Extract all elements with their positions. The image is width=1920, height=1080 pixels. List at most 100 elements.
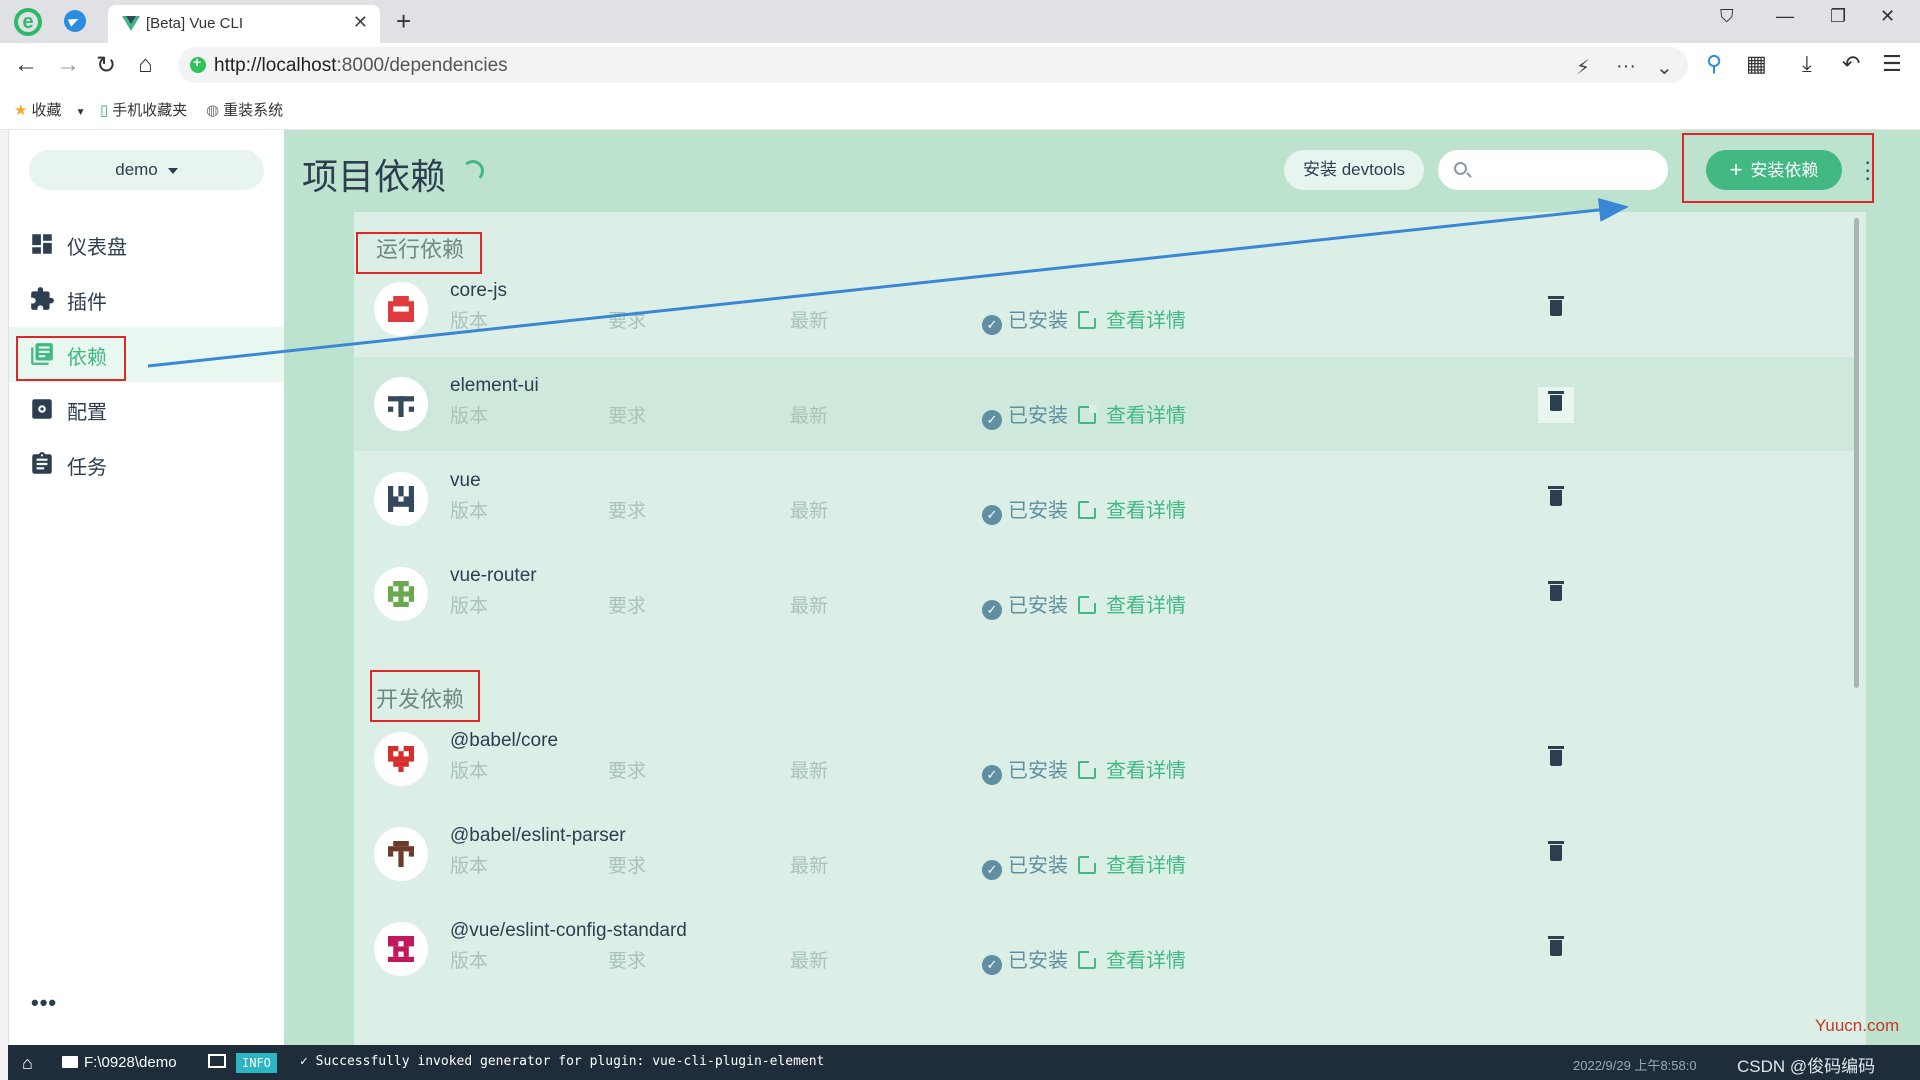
- url-field[interactable]: http://localhost:8000/dependencies ⚡ ···…: [178, 47, 1688, 83]
- search-input[interactable]: [1478, 158, 1658, 182]
- delete-button[interactable]: [1538, 387, 1574, 423]
- sidebar-item-dashboard[interactable]: 仪表盘: [9, 217, 285, 272]
- version-label: 版本: [450, 856, 489, 877]
- annotation-box-sidebar: [16, 336, 126, 381]
- bookmark-reinstall[interactable]: ◍ 重装系统: [206, 99, 283, 120]
- trash-icon: [1548, 486, 1564, 506]
- dependency-row: vue-router 版本 要求 最新 ✓ 已安装 查看详情: [354, 547, 1854, 641]
- page-title: 项目依赖: [302, 156, 447, 197]
- browser-logo-icon[interactable]: e: [14, 8, 42, 36]
- babel-core-logo-icon: [388, 746, 414, 772]
- menu-icon[interactable]: ☰: [1882, 51, 1902, 77]
- version-label: 版本: [450, 406, 489, 427]
- more-icon[interactable]: ···: [1616, 55, 1636, 78]
- install-devtools-button[interactable]: 安装 devtools: [1284, 150, 1424, 190]
- bookmarks-bar: ★ 收藏 ▼ ▯ 手机收藏夹 ◍ 重装系统: [0, 88, 1920, 130]
- trash-icon: [1548, 581, 1564, 601]
- package-logo-icon: [374, 282, 428, 336]
- package-logo-icon: [374, 922, 428, 976]
- close-tab-icon[interactable]: ✕: [353, 12, 368, 33]
- close-window-icon[interactable]: ✕: [1880, 6, 1895, 27]
- reload-icon[interactable]: ↻: [96, 51, 116, 80]
- download-icon[interactable]: ⤓: [1802, 51, 1812, 77]
- search-box: [1438, 150, 1668, 190]
- version-label: 版本: [450, 501, 489, 522]
- project-folder[interactable]: F:\0928\demo: [62, 1054, 177, 1071]
- version-label: 版本: [450, 596, 489, 617]
- dependency-name: vue: [450, 470, 481, 491]
- apps-grid-icon[interactable]: ▦: [1746, 51, 1767, 77]
- package-logo-icon: [374, 827, 428, 881]
- package-logo-icon: [374, 567, 428, 621]
- forward-icon[interactable]: →: [56, 51, 80, 79]
- browser-tab[interactable]: [Beta] Vue CLI ✕: [108, 5, 380, 43]
- install-status: ✓ 已安装 查看详情: [982, 754, 1186, 785]
- delete-button[interactable]: [1538, 932, 1574, 968]
- required-label: 要求: [608, 596, 647, 617]
- undo-icon[interactable]: ↶: [1842, 51, 1860, 77]
- restore-icon[interactable]: ❐: [1830, 6, 1846, 27]
- sidebar-item-configuration[interactable]: 配置: [9, 382, 285, 437]
- latest-label: 最新: [790, 856, 829, 877]
- external-link-icon: [1078, 500, 1097, 519]
- view-details-link[interactable]: 查看详情: [1106, 950, 1186, 972]
- bookmark-favorites[interactable]: ★ 收藏 ▼: [14, 99, 86, 120]
- check-circle-icon: ✓: [982, 955, 1002, 975]
- dependency-name: @vue/eslint-config-standard: [450, 920, 687, 941]
- view-details-link[interactable]: 查看详情: [1106, 310, 1186, 332]
- element-ui-logo-icon: [388, 396, 414, 417]
- more-options-icon[interactable]: •••: [31, 990, 57, 1016]
- paper-plane-icon[interactable]: [64, 10, 86, 32]
- dependency-name: vue-router: [450, 565, 537, 586]
- console-log-icon[interactable]: [208, 1054, 226, 1068]
- browser-tab-strip: e [Beta] Vue CLI ✕ + ⛉ — ❐ ✕: [0, 0, 1920, 43]
- back-icon[interactable]: ←: [14, 51, 38, 79]
- home-icon[interactable]: ⌂: [22, 1053, 33, 1074]
- home-icon[interactable]: ⌂: [138, 51, 153, 79]
- search-account-icon[interactable]: ⚲: [1706, 51, 1722, 77]
- view-details-link[interactable]: 查看详情: [1106, 595, 1186, 617]
- delete-button[interactable]: [1538, 292, 1574, 328]
- sidebar-item-tasks[interactable]: 任务: [9, 437, 285, 492]
- view-details-link[interactable]: 查看详情: [1106, 405, 1186, 427]
- settings-icon: [32, 399, 52, 419]
- delete-button[interactable]: [1538, 482, 1574, 518]
- required-label: 要求: [608, 951, 647, 972]
- minimize-icon[interactable]: —: [1776, 6, 1794, 27]
- dependency-row: element-ui 版本 要求 最新 ✓ 已安装 查看详情: [354, 357, 1854, 451]
- version-label: 版本: [450, 761, 489, 782]
- view-details-link[interactable]: 查看详情: [1106, 500, 1186, 522]
- sidebar-item-label: 任务: [67, 457, 107, 479]
- trash-icon: [1548, 391, 1564, 411]
- trash-icon: [1548, 296, 1564, 316]
- scrollbar[interactable]: [1854, 218, 1859, 688]
- external-link-icon: [1078, 950, 1097, 969]
- bookmark-mobile[interactable]: ▯ 手机收藏夹: [100, 99, 187, 120]
- view-details-link[interactable]: 查看详情: [1106, 760, 1186, 782]
- package-logo-icon: [374, 472, 428, 526]
- delete-button[interactable]: [1538, 837, 1574, 873]
- latest-label: 最新: [790, 311, 829, 332]
- shirt-icon[interactable]: ⛉: [1720, 6, 1734, 27]
- install-status: ✓ 已安装 查看详情: [982, 494, 1186, 525]
- dependency-name: element-ui: [450, 375, 539, 396]
- loading-spinner-icon: [462, 160, 484, 182]
- check-circle-icon: ✓: [982, 315, 1002, 335]
- chevron-down-icon[interactable]: ⌄: [1656, 55, 1673, 80]
- external-link-icon: [1078, 405, 1097, 424]
- delete-button[interactable]: [1538, 742, 1574, 778]
- vue-router-logo-icon: [388, 581, 414, 607]
- lightning-icon[interactable]: ⚡: [1576, 55, 1590, 80]
- url-text: http://localhost:8000/dependencies: [214, 55, 508, 76]
- sidebar-item-plugins[interactable]: 插件: [9, 272, 285, 327]
- trash-icon: [1548, 841, 1564, 861]
- tab-title: [Beta] Vue CLI: [146, 15, 244, 32]
- delete-button[interactable]: [1538, 577, 1574, 613]
- check-circle-icon: ✓: [982, 765, 1002, 785]
- view-details-link[interactable]: 查看详情: [1106, 855, 1186, 877]
- trash-icon: [1548, 746, 1564, 766]
- main-content: 项目依赖 安装 devtools + 安装依赖 · · · 运行依赖 core-js …: [284, 130, 1920, 1045]
- project-selector[interactable]: demo: [29, 150, 264, 190]
- new-tab-icon[interactable]: +: [396, 6, 411, 37]
- latest-label: 最新: [790, 951, 829, 972]
